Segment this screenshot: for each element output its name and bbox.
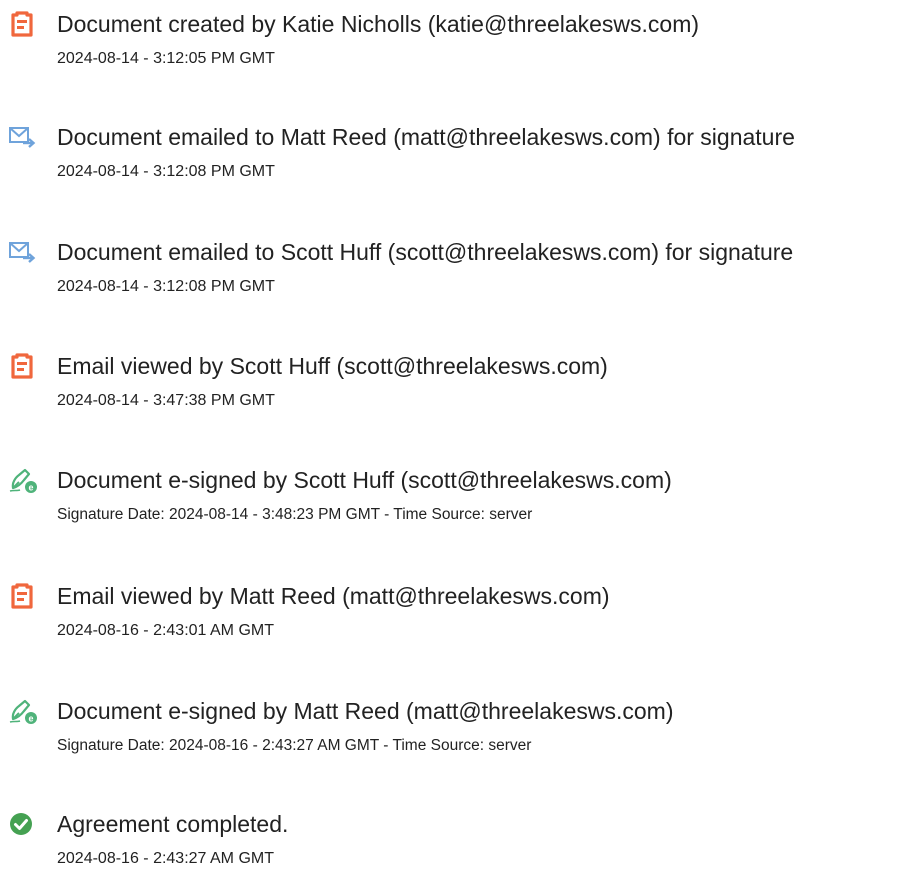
checkmark-circle-icon <box>8 810 36 838</box>
event-title: Document e-signed by Scott Huff (scott@t… <box>57 467 672 493</box>
event-title: Document emailed to Matt Reed (matt@thre… <box>57 124 795 150</box>
event-title: Email viewed by Scott Huff (scott@threel… <box>57 353 608 379</box>
event-timestamp: 2024-08-16 - 2:43:01 AM GMT <box>57 622 274 639</box>
document-orange-icon <box>8 352 36 380</box>
event-timestamp: 2024-08-16 - 2:43:27 AM GMT <box>57 850 274 867</box>
event-timestamp: 2024-08-14 - 3:47:38 PM GMT <box>57 392 275 409</box>
e-sign-pen-icon: e <box>8 697 37 725</box>
event-title: Email viewed by Matt Reed (matt@threelak… <box>57 583 610 609</box>
email-send-icon <box>8 123 36 151</box>
history-event-emailed: Document emailed to Scott Huff (scott@th… <box>0 238 912 318</box>
event-timestamp: 2024-08-14 - 3:12:05 PM GMT <box>57 50 275 67</box>
event-title: Document emailed to Scott Huff (scott@th… <box>57 239 794 265</box>
event-signature-date: Signature Date: 2024-08-16 - 2:43:27 AM … <box>57 737 532 754</box>
svg-text:e: e <box>28 713 33 723</box>
email-send-icon <box>8 238 36 266</box>
history-event-emailed: Document emailed to Matt Reed (matt@thre… <box>0 123 912 203</box>
event-title: Document e-signed by Matt Reed (matt@thr… <box>57 698 674 724</box>
event-timestamp: 2024-08-14 - 3:12:08 PM GMT <box>57 278 275 295</box>
history-event-created: Document created by Katie Nicholls (kati… <box>0 10 912 90</box>
event-timestamp: 2024-08-14 - 3:12:08 PM GMT <box>57 163 275 180</box>
document-orange-icon <box>8 582 36 610</box>
history-event-signed: e Document e-signed by Matt Reed (matt@t… <box>0 697 912 777</box>
document-orange-icon <box>8 10 36 38</box>
history-event-viewed: Email viewed by Scott Huff (scott@threel… <box>0 352 912 432</box>
history-event-viewed: Email viewed by Matt Reed (matt@threelak… <box>0 582 912 662</box>
history-event-completed: Agreement completed. 2024-08-16 - 2:43:2… <box>0 810 912 890</box>
svg-text:e: e <box>28 482 33 492</box>
event-title: Agreement completed. <box>57 811 289 837</box>
event-signature-date: Signature Date: 2024-08-14 - 3:48:23 PM … <box>57 506 533 523</box>
e-sign-pen-icon: e <box>8 466 37 494</box>
history-event-signed: e Document e-signed by Scott Huff (scott… <box>0 466 912 546</box>
event-title: Document created by Katie Nicholls (kati… <box>57 11 700 37</box>
